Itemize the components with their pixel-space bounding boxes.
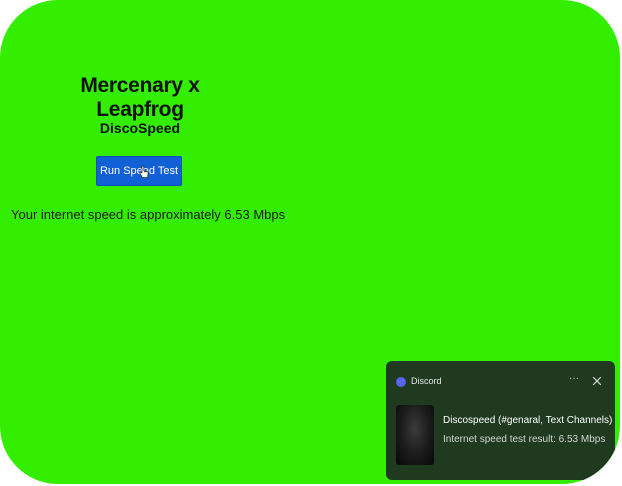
notification-body: Internet speed test result: 6.53 Mbps (443, 434, 606, 445)
discord-notification[interactable]: Discord ··· Discospeed (#genaral, Text C… (386, 361, 615, 480)
notification-heading: Discospeed (#genaral, Text Channels) (443, 415, 613, 426)
more-options-icon[interactable]: ··· (566, 374, 582, 386)
app-window: Mercenary x Leapfrog DiscoSpeed Run Spee… (0, 0, 620, 484)
avatar (396, 405, 434, 465)
page-subtitle: DiscoSpeed (99, 120, 181, 136)
notification-app-name: Discord (411, 376, 442, 386)
page-title: Mercenary x Leapfrog (80, 74, 200, 121)
close-icon[interactable] (591, 375, 603, 387)
discord-icon (396, 377, 406, 387)
speed-result-text: Your internet speed is approximately 6.5… (11, 207, 286, 222)
hand-cursor-icon (139, 165, 149, 178)
